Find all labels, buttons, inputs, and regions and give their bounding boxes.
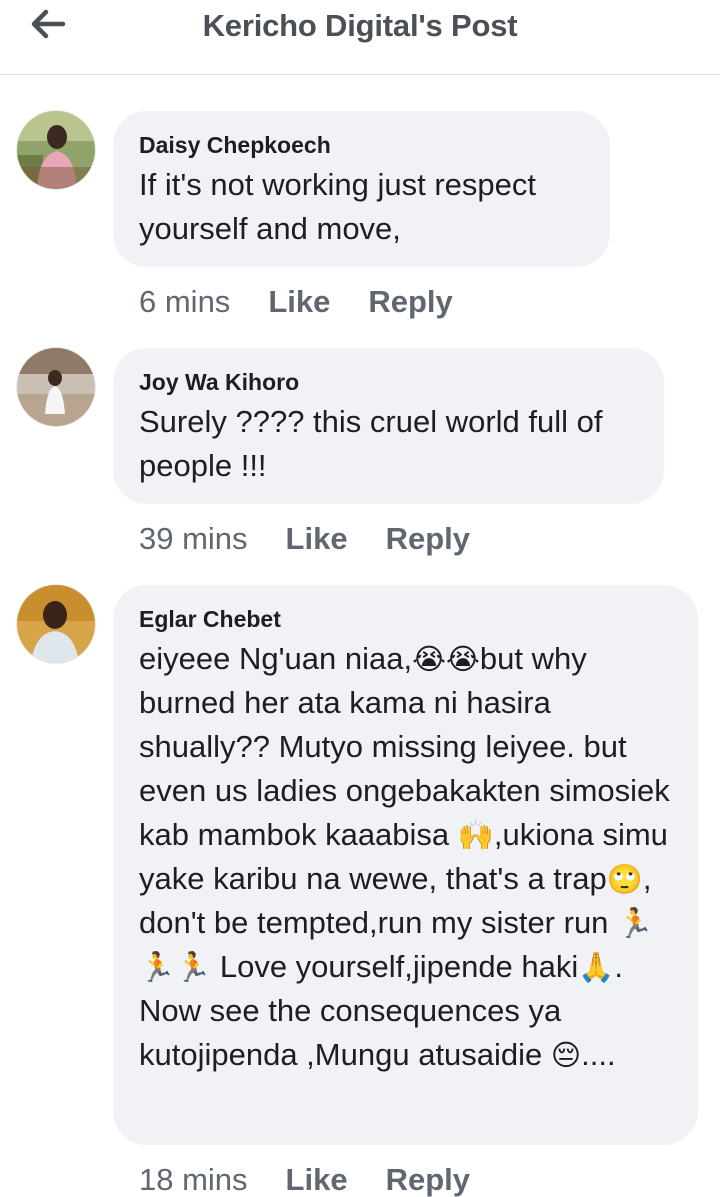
comment-text: eiyeee Ng'uan niaa,😭😭but why burned her … <box>139 637 672 1077</box>
comment-author[interactable]: Eglar Chebet <box>139 605 672 633</box>
comment-text-segment: eiyeee Ng'uan niaa, <box>139 641 413 676</box>
comment-bubble: Joy Wa Kihoro Surely ???? this cruel wor… <box>113 348 664 504</box>
comment-actions: 39 mins Like Reply <box>139 521 470 557</box>
comment-actions: 6 mins Like Reply <box>139 284 453 320</box>
raised-hands-emoji: 🙌 <box>457 818 494 852</box>
comment-text-segment: Love yourself,jipende haki <box>211 949 579 984</box>
eye-roll-emoji: 🙄 <box>606 862 643 896</box>
reply-button[interactable]: Reply <box>368 284 452 320</box>
post-comments-screen: Kericho Digital's Post Daisy Chepkoech I… <box>0 0 720 1197</box>
comment-timestamp: 39 mins <box>139 521 248 556</box>
page-title: Kericho Digital's Post <box>202 8 518 43</box>
avatar-photo <box>17 585 95 663</box>
comment-actions: 18 mins Like Reply <box>139 1162 470 1197</box>
pensive-face-emoji: 😔 <box>550 1038 582 1072</box>
like-button[interactable]: Like <box>286 521 348 557</box>
comment-timestamp: 18 mins <box>139 1162 248 1197</box>
comment-text-segment: .... <box>581 1037 616 1072</box>
comment-bubble: Eglar Chebet eiyeee Ng'uan niaa,😭😭but wh… <box>113 585 698 1145</box>
avatar-photo <box>17 348 95 426</box>
avatar[interactable] <box>17 585 95 663</box>
comment-bubble: Daisy Chepkoech If it's not working just… <box>113 111 610 267</box>
reply-button[interactable]: Reply <box>386 1162 470 1197</box>
comment-timestamp: 6 mins <box>139 284 231 319</box>
reply-button[interactable]: Reply <box>386 521 470 557</box>
folded-hands-emoji: 🙏 <box>578 950 615 984</box>
comment-author[interactable]: Joy Wa Kihoro <box>139 368 638 396</box>
app-header: Kericho Digital's Post <box>0 0 720 75</box>
like-button[interactable]: Like <box>268 284 330 320</box>
crying-face-emoji: 😭😭 <box>412 642 480 676</box>
like-button[interactable]: Like <box>286 1162 348 1197</box>
comment-text: If it's not working just respect yoursel… <box>139 167 537 246</box>
comment-author[interactable]: Daisy Chepkoech <box>139 131 584 159</box>
comment-text: Surely ???? this cruel world full of peo… <box>139 404 603 483</box>
avatar-photo <box>17 111 95 189</box>
avatar[interactable] <box>17 111 95 189</box>
avatar[interactable] <box>17 348 95 426</box>
